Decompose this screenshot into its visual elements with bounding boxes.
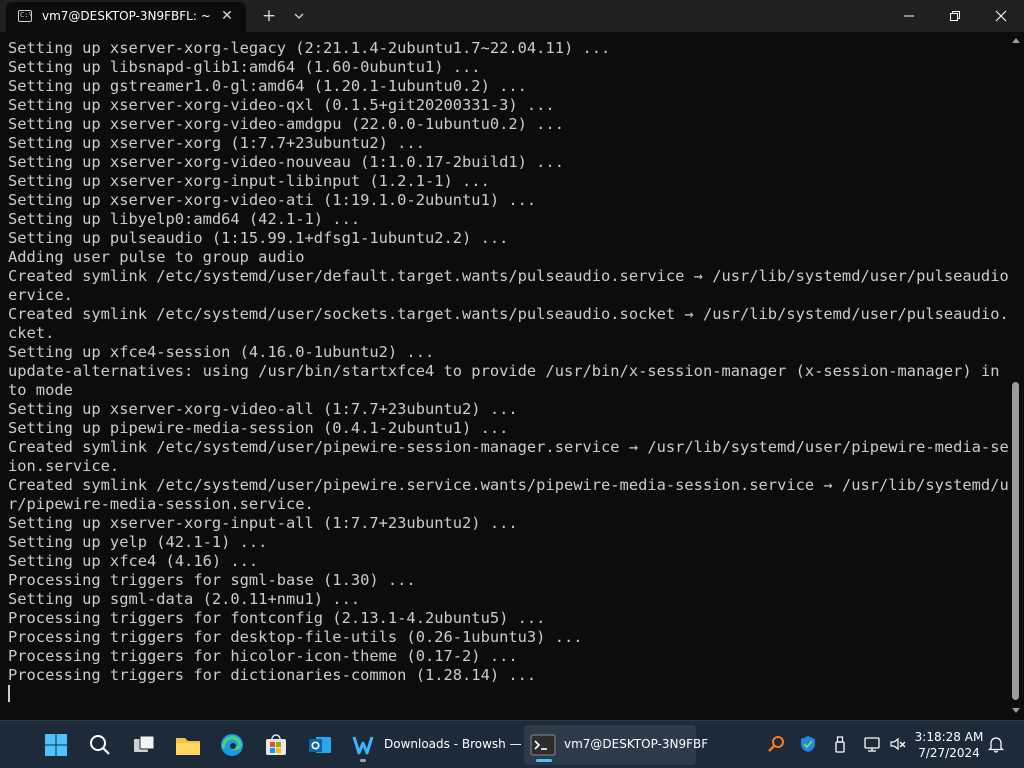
- taskbar-app-browsh[interactable]: Downloads - Browsh —: [346, 725, 522, 765]
- terminal-line: Created symlink /etc/systemd/user/socket…: [8, 305, 1008, 323]
- terminal-line: r/pipewire-media-session.service.: [8, 495, 314, 513]
- vertical-scrollbar[interactable]: [1008, 32, 1024, 720]
- bell-icon[interactable]: [986, 734, 1006, 754]
- taskbar-clock[interactable]: 3:18:28 AM 7/27/2024: [908, 729, 990, 761]
- minimize-button[interactable]: [886, 0, 932, 32]
- usb-icon[interactable]: [830, 734, 850, 754]
- text-cursor: [8, 685, 10, 702]
- scroll-thumb[interactable]: [1012, 382, 1019, 700]
- terminal-line: Setting up xserver-xorg (1:7.7+23ubuntu2…: [8, 134, 425, 152]
- terminal-line: update-alternatives: using /usr/bin/star…: [8, 362, 1008, 380]
- terminal-line: Setting up xfce4-session (4.16.0-1ubuntu…: [8, 343, 435, 361]
- running-indicator: [360, 759, 366, 762]
- clock-time: 3:18:28 AM: [914, 730, 984, 744]
- restore-button[interactable]: [932, 0, 978, 32]
- terminal-line: Setting up pulseaudio (1:15.99.1+dfsg1-1…: [8, 229, 509, 247]
- search-icon[interactable]: [84, 729, 116, 761]
- store-icon[interactable]: [260, 729, 292, 761]
- network-icon[interactable]: [862, 734, 882, 754]
- terminal-line: Processing triggers for sgml-base (1.30)…: [8, 571, 416, 589]
- terminal-line: Setting up xserver-xorg-video-all (1:7.7…: [8, 400, 518, 418]
- taskbar-app-terminal[interactable]: vm7@DESKTOP-3N9FBF: [524, 725, 708, 765]
- terminal-line: to mode: [8, 381, 73, 399]
- terminal-line: Created symlink /etc/systemd/user/pipewi…: [8, 476, 1008, 494]
- scroll-down-arrow-icon[interactable]: [1012, 708, 1020, 713]
- search-highlight-icon[interactable]: [766, 734, 786, 754]
- volume-muted-icon[interactable]: [888, 734, 908, 754]
- terminal-line: Setting up xserver-xorg-video-ati (1:19.…: [8, 191, 537, 209]
- close-icon: [995, 10, 1007, 22]
- terminal-line: ervice.: [8, 286, 73, 304]
- terminal-line: Setting up pipewire-media-session (0.4.1…: [8, 419, 509, 437]
- terminal-line: Setting up xserver-xorg-legacy (2:21.1.4…: [8, 39, 611, 57]
- title-bar: C:\ vm7@DESKTOP-3N9FBFL: ~ ✕ +: [0, 0, 1024, 32]
- terminal-line: Processing triggers for dictionaries-com…: [8, 666, 537, 684]
- terminal-line: Setting up xserver-xorg-video-qxl (0.1.5…: [8, 96, 555, 114]
- terminal-icon: C:\: [18, 10, 33, 22]
- terminal-line: Setting up xserver-xorg-input-all (1:7.7…: [8, 514, 518, 532]
- new-tab-button[interactable]: +: [258, 5, 280, 27]
- terminal-line: Setting up xserver-xorg-video-amdgpu (22…: [8, 115, 564, 133]
- defender-icon[interactable]: [798, 734, 818, 754]
- terminal-line: Adding user pulse to group audio: [8, 248, 305, 266]
- terminal-line: Processing triggers for desktop-file-uti…: [8, 628, 583, 646]
- outlook-icon[interactable]: [304, 729, 336, 761]
- clock-date: 7/27/2024: [918, 746, 980, 760]
- task-view-icon[interactable]: [128, 729, 160, 761]
- terminal-line: Setting up sgml-data (2.0.11+nmu1) ...: [8, 590, 361, 608]
- tab-title: vm7@DESKTOP-3N9FBFL: ~: [42, 9, 211, 23]
- terminal-line: Setting up xserver-xorg-video-nouveau (1…: [8, 153, 564, 171]
- terminal-line: Setting up xfce4 (4.16) ...: [8, 552, 259, 570]
- terminal-tab[interactable]: C:\ vm7@DESKTOP-3N9FBFL: ~ ✕: [6, 2, 246, 32]
- taskbar-app-label: Downloads - Browsh —: [384, 737, 522, 751]
- terminal-line: Processing triggers for fontconfig (2.13…: [8, 609, 546, 627]
- terminal-icon: [530, 734, 556, 756]
- terminal-line: Setting up xserver-xorg-input-libinput (…: [8, 172, 490, 190]
- terminal-line: Setting up libyelp0:amd64 (42.1-1) ...: [8, 210, 361, 228]
- tab-dropdown-button[interactable]: [288, 5, 310, 27]
- folder-icon[interactable]: [172, 729, 204, 761]
- chevron-down-icon: [294, 13, 304, 19]
- terminal-line: Setting up gstreamer1.0-gl:amd64 (1.20.1…: [8, 77, 527, 95]
- terminal-line: Setting up yelp (42.1-1) ...: [8, 533, 268, 551]
- edge-icon[interactable]: [216, 729, 248, 761]
- terminal-line: ion.service.: [8, 457, 120, 475]
- terminal-line: Created symlink /etc/systemd/user/pipewi…: [8, 438, 1008, 456]
- close-tab-button[interactable]: ✕: [216, 5, 238, 27]
- terminal-line: Created symlink /etc/systemd/user/defaul…: [8, 267, 1008, 285]
- scroll-up-arrow-icon[interactable]: [1012, 38, 1020, 43]
- restore-icon: [950, 11, 960, 21]
- taskbar: Downloads - Browsh — vm7@DESKTOP-3N9FBF …: [0, 720, 1024, 768]
- terminal-lines: Setting up xserver-xorg-legacy (2:21.1.4…: [8, 39, 1008, 685]
- windows-start-icon[interactable]: [40, 729, 72, 761]
- terminal-output[interactable]: Setting up xserver-xorg-legacy (2:21.1.4…: [0, 32, 1008, 720]
- terminal-line: cket.: [8, 324, 55, 342]
- active-indicator: [536, 759, 552, 762]
- minimize-icon: [904, 15, 914, 17]
- w-app-icon: [352, 736, 374, 755]
- taskbar-app-label: vm7@DESKTOP-3N9FBF: [564, 737, 709, 751]
- terminal-line: Setting up libsnapd-glib1:amd64 (1.60-0u…: [8, 58, 481, 76]
- close-window-button[interactable]: [978, 0, 1024, 32]
- terminal-line: Processing triggers for hicolor-icon-the…: [8, 647, 518, 665]
